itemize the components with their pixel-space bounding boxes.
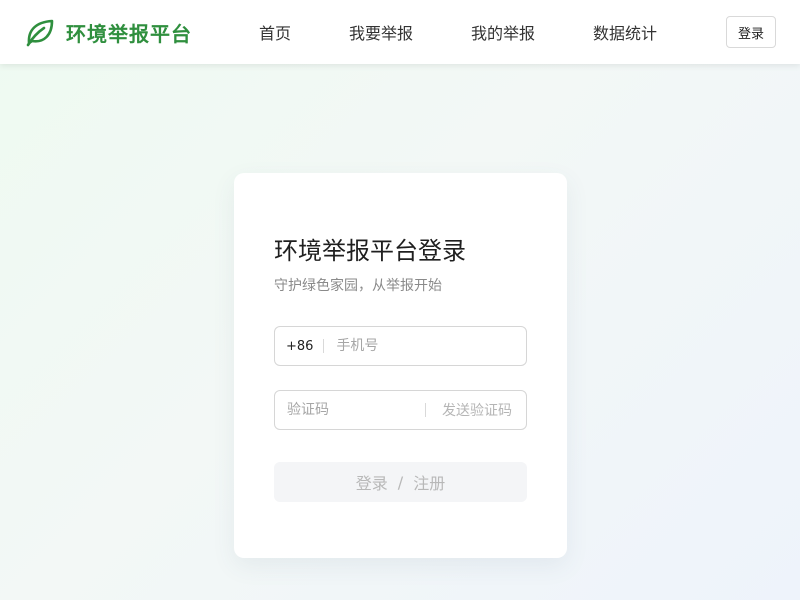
nav-item-statistics[interactable]: 数据统计 xyxy=(564,20,686,44)
header-login-button[interactable]: 登录 xyxy=(726,16,776,48)
login-title: 环境举报平台登录 xyxy=(274,237,466,265)
verification-code-input[interactable] xyxy=(275,391,425,429)
brand-name: 环境举报平台 xyxy=(66,21,192,46)
login-card: 环境举报平台登录 守护绿色家园，从举报开始 +86 发送验证码 登录 / 注册 xyxy=(234,173,567,558)
submit-login-label: 登录 xyxy=(355,474,388,493)
leaf-icon xyxy=(26,19,54,47)
top-header: 环境举报平台 首页 我要举报 我的举报 数据统计 登录 xyxy=(0,0,800,64)
phone-field: +86 xyxy=(274,326,527,366)
nav-item-home[interactable]: 首页 xyxy=(230,20,320,44)
nav-item-report[interactable]: 我要举报 xyxy=(320,20,442,44)
login-register-button[interactable]: 登录 / 注册 xyxy=(274,462,527,502)
send-code-button[interactable]: 发送验证码 xyxy=(426,400,524,420)
login-subtitle: 守护绿色家园，从举报开始 xyxy=(274,278,442,294)
code-field: 发送验证码 xyxy=(274,390,527,430)
submit-separator: / xyxy=(397,472,404,492)
main-nav: 首页 我要举报 我的举报 数据统计 xyxy=(230,0,686,64)
country-code-prefix[interactable]: +86 xyxy=(275,339,323,354)
submit-register-label: 注册 xyxy=(413,474,446,493)
phone-input[interactable] xyxy=(324,327,515,365)
brand[interactable]: 环境举报平台 xyxy=(24,16,192,48)
nav-item-my-reports[interactable]: 我的举报 xyxy=(442,20,564,44)
